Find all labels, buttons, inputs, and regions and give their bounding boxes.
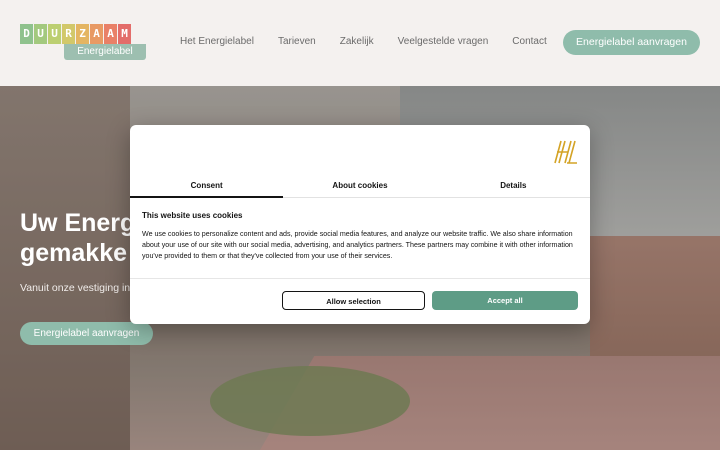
hero-title-line: gemakke [20, 239, 128, 267]
nav-item-energielabel[interactable]: Het Energielabel [180, 36, 254, 47]
tab-consent[interactable]: Consent [130, 175, 284, 198]
hero-title: Uw Energ gemakke [20, 208, 135, 268]
logo-letter: A [90, 24, 103, 44]
site-header: D U U R Z A A M Energielabel Het Energie… [0, 0, 720, 86]
logo-letter: Z [76, 24, 89, 44]
hl-logo-icon [554, 140, 577, 164]
cookie-dialog: Consent About cookies Details This websi… [130, 125, 590, 324]
tab-details[interactable]: Details [437, 175, 590, 197]
header-cta-button[interactable]: Energielabel aanvragen [563, 30, 700, 55]
logo-subtitle: Energielabel [64, 44, 146, 60]
logo-letters: D U U R Z A A M [20, 24, 131, 44]
hero-title-line: Uw Energ [20, 209, 136, 237]
logo-letter: U [48, 24, 61, 44]
cookie-title: This website uses cookies [142, 211, 243, 220]
logo-letter: A [104, 24, 117, 44]
divider [130, 278, 590, 279]
logo-letter: D [20, 24, 33, 44]
tab-about-cookies[interactable]: About cookies [283, 175, 436, 197]
main-nav: Het Energielabel Tarieven Zakelijk Veelg… [180, 36, 547, 47]
nav-item-contact[interactable]: Contact [512, 36, 546, 47]
nav-item-zakelijk[interactable]: Zakelijk [340, 36, 374, 47]
duurzaam-logo[interactable]: D U U R Z A A M Energielabel [20, 24, 146, 62]
cookie-body-text: We use cookies to personalize content an… [142, 230, 573, 260]
accept-all-button[interactable]: Accept all [432, 291, 578, 310]
nav-item-faq[interactable]: Veelgestelde vragen [398, 36, 489, 47]
logo-letter: M [118, 24, 131, 44]
cookie-tabs: Consent About cookies Details [130, 175, 590, 198]
nav-item-tarieven[interactable]: Tarieven [278, 36, 316, 47]
logo-letter: R [62, 24, 75, 44]
logo-letter: U [34, 24, 47, 44]
allow-selection-button[interactable]: Allow selection [282, 291, 425, 310]
hero-cta-button[interactable]: Energielabel aanvragen [20, 322, 153, 345]
